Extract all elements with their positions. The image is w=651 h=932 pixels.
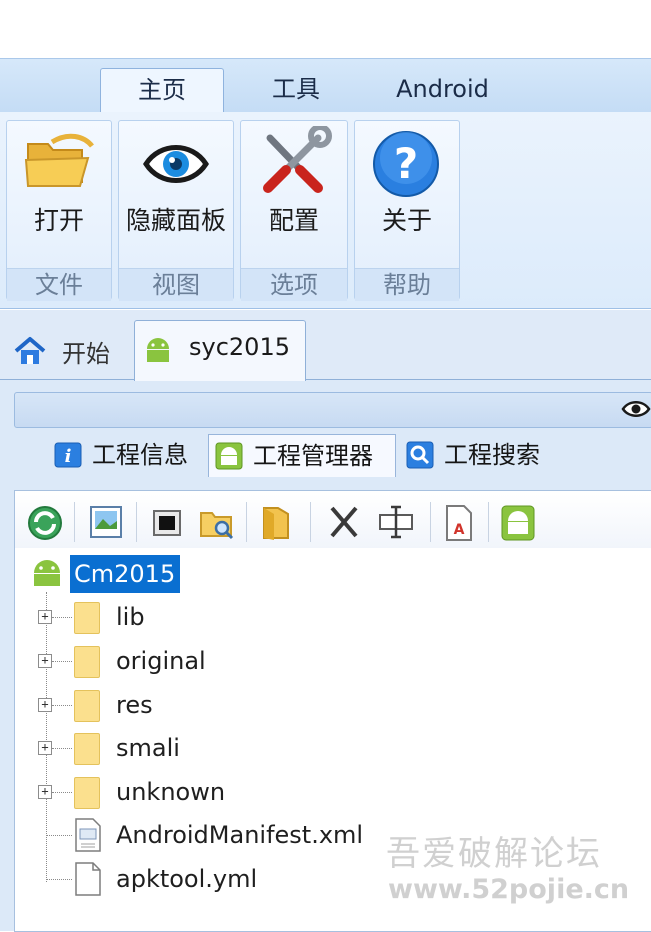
folder-search-icon[interactable] — [198, 504, 236, 542]
doc-tab-start-label: 开始 — [62, 340, 110, 368]
tab-home[interactable]: 主页 — [100, 68, 224, 113]
rename-icon[interactable] — [376, 504, 416, 540]
open-button[interactable] — [22, 128, 96, 194]
folder-icon — [74, 777, 100, 809]
tree-item-res[interactable]: + res — [38, 688, 398, 722]
toolbar-separator — [136, 502, 137, 542]
group-label-view: 视图 — [119, 268, 233, 301]
subtab-project-info[interactable]: i 工程信息 — [54, 434, 202, 476]
svg-text:i: i — [65, 446, 72, 467]
tree-root-label: Cm2015 — [74, 560, 176, 588]
android-icon — [147, 338, 169, 362]
tree-item-lib[interactable]: + lib — [38, 600, 398, 634]
svg-text:A: A — [454, 522, 465, 538]
doc-tab-syc2015[interactable]: syc2015 — [134, 320, 306, 381]
toolbar-separator — [488, 502, 489, 542]
folder-icon — [74, 733, 100, 765]
group-label-help: 帮助 — [355, 268, 459, 301]
help-icon: ? — [373, 131, 439, 197]
toolbar-separator — [310, 502, 311, 542]
svg-text:?: ? — [394, 139, 418, 188]
eye-icon — [143, 145, 209, 183]
tree-item-label: original — [116, 647, 206, 675]
toolbar-separator — [74, 502, 75, 542]
refresh-icon[interactable] — [26, 504, 64, 542]
tree-connector — [52, 617, 72, 618]
cut-icon[interactable] — [326, 504, 362, 540]
android-icon[interactable] — [500, 504, 536, 542]
config-button[interactable] — [256, 124, 332, 200]
tree-root-item[interactable]: Cm2015 — [70, 555, 180, 593]
group-label-file: 文件 — [7, 268, 111, 301]
eye-icon[interactable] — [621, 398, 651, 420]
tools-icon — [263, 124, 332, 193]
tree-item-original[interactable]: + original — [38, 644, 398, 678]
toolbar-separator — [246, 502, 247, 542]
xml-file-icon — [75, 818, 101, 852]
pdf-icon[interactable]: A — [444, 504, 474, 542]
tree-item-androidmanifest[interactable]: AndroidManifest.xml — [38, 817, 398, 853]
tree-connector — [52, 661, 72, 662]
expand-icon[interactable]: + — [38, 610, 52, 624]
watermark-title: 吾爱破解论坛 — [386, 834, 602, 874]
expand-icon[interactable]: + — [38, 741, 52, 755]
tree-item-label: apktool.yml — [116, 865, 258, 893]
tree-item-unknown[interactable]: + unknown — [38, 775, 398, 809]
tab-tools[interactable]: 工具 — [232, 68, 360, 112]
android-icon — [215, 442, 243, 470]
toolbar-separator — [430, 502, 431, 542]
android-icon — [34, 560, 60, 586]
tree-connector — [52, 792, 72, 793]
expand-icon[interactable]: + — [38, 785, 52, 799]
tree-item-label: lib — [116, 603, 145, 631]
subtab-project-search-label: 工程搜索 — [444, 441, 540, 469]
folder-icon — [74, 690, 100, 722]
image-icon[interactable] — [88, 504, 124, 540]
tree-connector — [52, 748, 72, 749]
hide-panel-button-label[interactable]: 隐藏面板 — [118, 206, 234, 235]
tab-android[interactable]: Android — [370, 68, 515, 112]
group-label-options: 选项 — [241, 268, 347, 301]
tree-connector — [46, 835, 72, 836]
expand-icon[interactable]: + — [38, 698, 52, 712]
expand-icon[interactable]: + — [38, 654, 52, 668]
subtab-project-search[interactable]: 工程搜索 — [406, 434, 556, 476]
subtab-project-info-label: 工程信息 — [92, 441, 188, 469]
doc-tab-start[interactable]: 开始 — [10, 330, 128, 374]
about-button[interactable]: ? — [370, 128, 442, 200]
subtab-project-manager[interactable]: 工程管理器 — [208, 434, 396, 477]
home-icon — [14, 337, 46, 364]
tree-connector — [46, 879, 72, 880]
doc-tab-syc2015-label: syc2015 — [189, 333, 290, 361]
tree-item-label: AndroidManifest.xml — [116, 821, 364, 849]
search-icon — [406, 441, 434, 469]
tree-item-label: res — [116, 691, 153, 719]
folder-open-icon — [24, 133, 94, 187]
panel-header — [14, 392, 651, 428]
tree-item-apktool[interactable]: apktool.yml — [38, 861, 398, 897]
tree-connector — [52, 705, 72, 706]
tree-item-label: smali — [116, 734, 180, 762]
file-icon — [75, 862, 101, 896]
config-button-label[interactable]: 配置 — [240, 206, 348, 235]
info-icon: i — [54, 442, 82, 468]
folder-icon — [74, 646, 100, 678]
open-button-label[interactable]: 打开 — [6, 206, 112, 235]
tree-item-smali[interactable]: + smali — [38, 731, 398, 765]
folder-icon[interactable] — [258, 504, 294, 542]
folder-icon — [74, 602, 100, 634]
tree-item-label: unknown — [116, 778, 226, 806]
watermark-url: www.52pojie.cn — [388, 874, 630, 905]
hide-panel-button[interactable] — [142, 134, 210, 192]
window-icon[interactable] — [150, 506, 184, 540]
about-button-label[interactable]: 关于 — [354, 206, 460, 235]
subtab-project-manager-label: 工程管理器 — [253, 442, 373, 470]
